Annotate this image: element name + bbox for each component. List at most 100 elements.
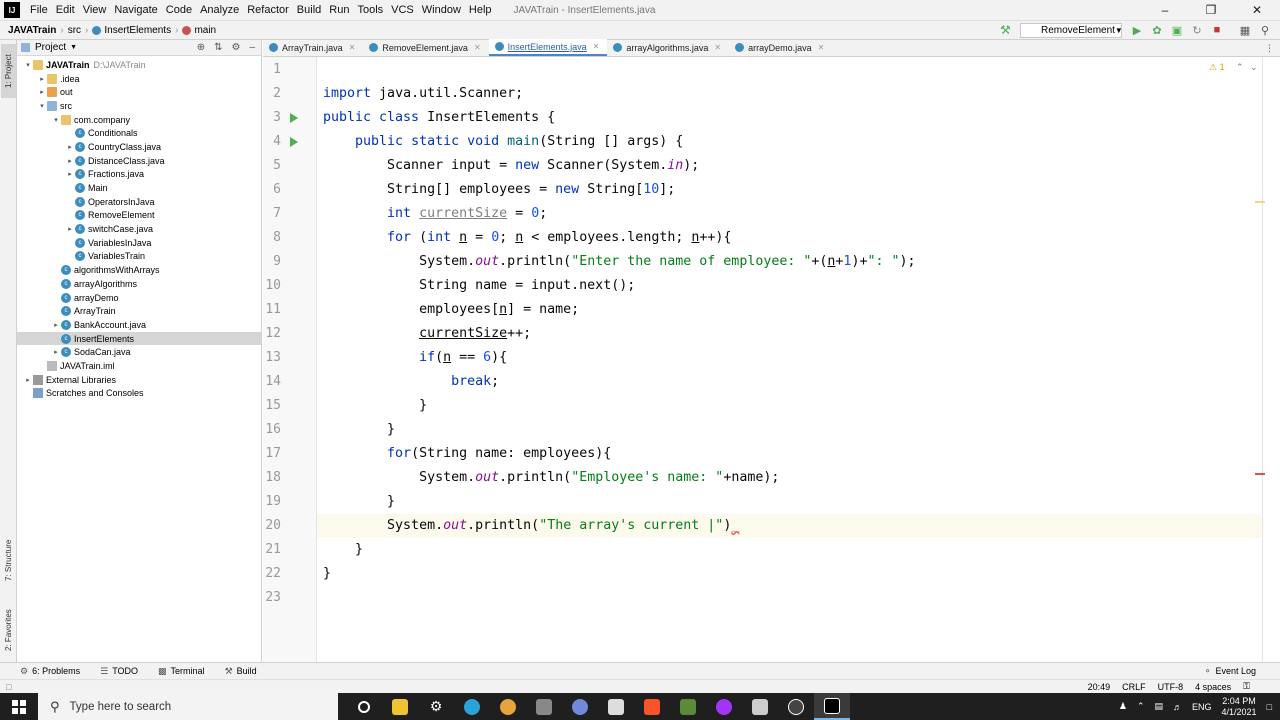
volume-icon[interactable]: ♬ [1173, 702, 1182, 712]
project-panel-title[interactable]: Project [35, 42, 66, 53]
app-icon[interactable] [526, 693, 562, 720]
build-hammer-icon[interactable]: ⚒ [1000, 23, 1011, 37]
expand-arrow-icon[interactable]: ▾ [37, 102, 47, 110]
clock[interactable]: 2:04 PM 4/1/2021 [1222, 696, 1257, 718]
menu-tools[interactable]: Tools [353, 4, 387, 16]
editor-tab[interactable]: ArrayTrain.java ✕ [263, 39, 363, 56]
menu-analyze[interactable]: Analyze [196, 4, 243, 16]
task-view-icon[interactable] [346, 693, 382, 720]
editor-tab[interactable]: arrayAlgorithms.java ✕ [607, 39, 729, 56]
close-window-button[interactable]: ✕ [1234, 3, 1280, 17]
expand-arrow-icon[interactable]: ▾ [23, 61, 33, 69]
messenger-icon[interactable] [706, 693, 742, 720]
breadcrumb-class[interactable]: InsertElements [104, 25, 171, 36]
tree-item[interactable]: c VariablesInJava [17, 236, 261, 250]
tree-item[interactable]: c Main [17, 181, 261, 195]
locate-icon[interactable]: ⊕ [197, 42, 205, 53]
people-icon[interactable]: ♟ [1119, 701, 1127, 712]
indent-setting[interactable]: 4 spaces [1195, 682, 1231, 692]
editor-tab[interactable]: arrayDemo.java ✕ [729, 39, 832, 56]
tree-item[interactable]: ▸ c DistanceClass.java [17, 154, 261, 168]
chrome-icon[interactable] [490, 693, 526, 720]
coverage-icon[interactable]: ▣ [1170, 23, 1184, 37]
todo-tool-tab[interactable]: ☰ TODO [100, 666, 138, 677]
close-icon[interactable]: ✕ [593, 42, 600, 51]
expand-arrow-icon[interactable]: ▸ [65, 157, 75, 165]
menu-view[interactable]: View [79, 4, 111, 16]
tree-item[interactable]: ▸ c SodaCan.java [17, 345, 261, 359]
close-icon[interactable]: ✕ [474, 43, 481, 52]
lock-icon[interactable]: ⚿ [1243, 681, 1250, 692]
warning-indicator[interactable]: ⚠ 1 [1209, 62, 1225, 73]
debug-icon[interactable]: ✿ [1150, 23, 1164, 37]
tree-item[interactable]: ▾ com.company [17, 113, 261, 127]
network-icon[interactable]: ▤ [1154, 701, 1163, 712]
tree-item[interactable]: ▸ out [17, 85, 261, 99]
menu-code[interactable]: Code [162, 4, 196, 16]
menu-file[interactable]: File [26, 4, 52, 16]
file-explorer-icon[interactable] [382, 693, 418, 720]
expand-arrow-icon[interactable]: ▸ [23, 376, 33, 384]
search-everywhere-icon[interactable]: ⚲ [1258, 23, 1272, 37]
favorites-tool-tab[interactable]: 2: Favorites [1, 600, 16, 660]
edge-icon[interactable] [454, 693, 490, 720]
tree-item[interactable]: ▸ c Fractions.java [17, 168, 261, 182]
editor-tab[interactable]: RemoveElement.java ✕ [363, 39, 488, 56]
event-log-tool-tab[interactable]: ⚬ Event Log [1204, 666, 1280, 677]
settings-icon[interactable]: ⚙ [418, 693, 454, 720]
error-marker[interactable] [1255, 473, 1265, 475]
menu-help[interactable]: Help [465, 4, 496, 16]
tree-item[interactable]: Scratches and Consoles [17, 387, 261, 401]
tree-item[interactable]: ▸ c BankAccount.java [17, 318, 261, 332]
tree-item[interactable]: c arrayDemo [17, 291, 261, 305]
tree-item[interactable]: c OperatorsInJava [17, 195, 261, 209]
gear-icon[interactable]: ⚙ [231, 42, 240, 53]
tree-item[interactable]: ▸ .idea [17, 72, 261, 86]
expand-arrow-icon[interactable]: ▸ [65, 170, 75, 178]
chevron-down-icon[interactable]: ⌄ [1250, 62, 1258, 73]
chevron-up-icon[interactable]: ⌃ [1236, 62, 1244, 73]
line-separator[interactable]: CRLF [1122, 682, 1146, 692]
breadcrumb-src[interactable]: src [68, 25, 81, 36]
close-icon[interactable]: ✕ [714, 43, 721, 52]
close-icon[interactable]: ✕ [349, 43, 356, 52]
project-structure-icon[interactable]: ▦ [1238, 23, 1252, 37]
menu-build[interactable]: Build [293, 4, 325, 16]
tree-item[interactable]: c algorithmsWithArrays [17, 263, 261, 277]
language-indicator[interactable]: ENG [1192, 702, 1212, 712]
tree-item[interactable]: c Conditionals [17, 126, 261, 140]
chevron-up-icon[interactable]: ⌃ [1137, 701, 1145, 712]
taskbar-search[interactable]: ⚲ Type here to search [38, 693, 338, 720]
menu-navigate[interactable]: Navigate [110, 4, 161, 16]
tool-windows-toggle-icon[interactable]: □ [6, 682, 11, 692]
tree-item[interactable]: ▸ External Libraries [17, 373, 261, 387]
build-tool-tab[interactable]: ⚒ Build [225, 666, 257, 677]
expand-arrow-icon[interactable]: ▸ [51, 348, 61, 356]
menu-run[interactable]: Run [325, 4, 353, 16]
maximize-button[interactable]: ❐ [1188, 3, 1234, 17]
expand-arrow-icon[interactable]: ▸ [51, 321, 61, 329]
tree-item[interactable]: c arrayAlgorithms [17, 277, 261, 291]
run-config-select[interactable]: RemoveElement ▼ [1020, 23, 1123, 38]
structure-tool-tab[interactable]: 7: Structure [1, 530, 16, 590]
close-icon[interactable]: ✕ [818, 43, 825, 52]
run-main-icon[interactable] [290, 137, 298, 147]
menu-vcs[interactable]: VCS [387, 4, 418, 16]
tree-item[interactable]: c VariablesTrain [17, 250, 261, 264]
editor-tab[interactable]: InsertElements.java ✕ [488, 39, 608, 56]
breadcrumb-project[interactable]: JAVATrain [8, 25, 56, 36]
minimize-button[interactable]: – [1142, 3, 1188, 17]
problems-tool-tab[interactable]: ⚙ 6: Problems [20, 666, 80, 677]
expand-arrow-icon[interactable]: ▾ [51, 116, 61, 124]
tree-item[interactable]: c RemoveElement [17, 209, 261, 223]
expand-arrow-icon[interactable]: ▸ [37, 88, 47, 96]
discord-icon[interactable] [562, 693, 598, 720]
minecraft-icon[interactable] [670, 693, 706, 720]
profile-icon[interactable]: ↻ [1190, 23, 1204, 37]
breadcrumb-method[interactable]: main [194, 25, 216, 36]
expand-arrow-icon[interactable]: ▸ [65, 143, 75, 151]
tree-item[interactable]: c ArrayTrain [17, 304, 261, 318]
tree-item[interactable]: ▸ c CountryClass.java [17, 140, 261, 154]
menu-window[interactable]: Window [418, 4, 465, 16]
project-tool-tab[interactable]: 1: Project [1, 44, 16, 98]
